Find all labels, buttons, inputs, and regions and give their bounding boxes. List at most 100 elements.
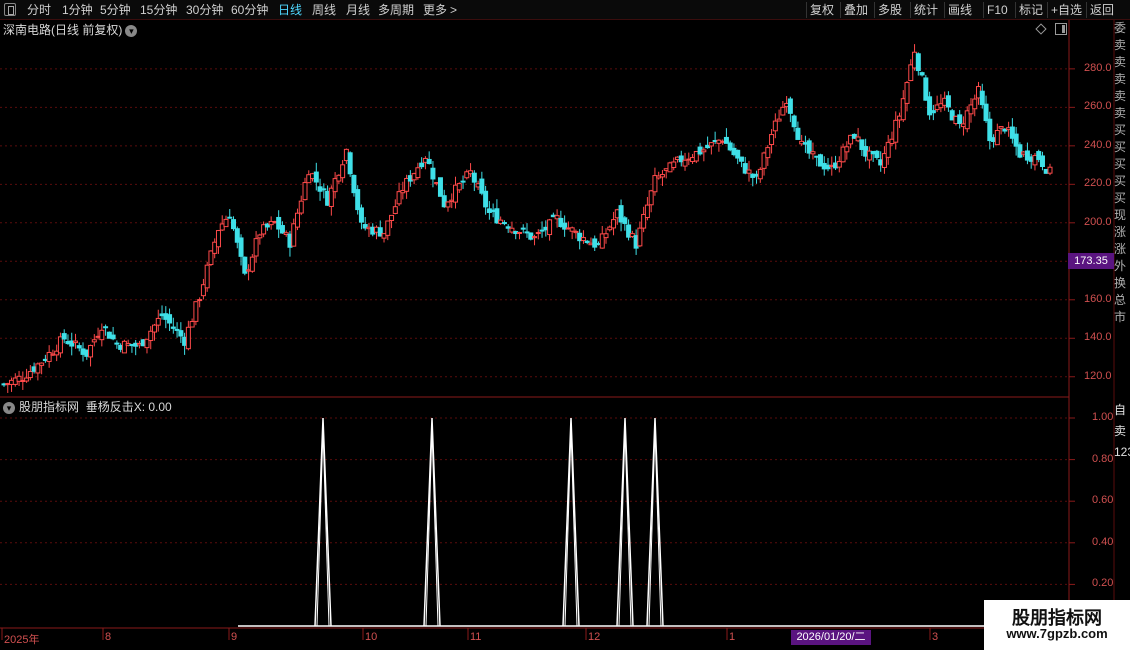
candle-up	[637, 227, 643, 247]
candle-down	[584, 240, 590, 244]
candle-down	[919, 72, 925, 76]
candle-up	[298, 200, 304, 214]
current-price-box: 173.35	[1068, 253, 1114, 269]
candle-up	[659, 174, 665, 178]
candle-down	[347, 152, 353, 175]
indicator-axis-label: 0.20	[1092, 577, 1114, 590]
quote-panel-lower: 自卖12345	[1114, 403, 1130, 459]
quote-panel-upper: 委卖卖卖卖卖买买买买买现涨涨外换总市	[1114, 21, 1127, 324]
candle-down	[279, 225, 285, 234]
candle-up	[396, 191, 402, 205]
candle-down	[167, 314, 173, 324]
candle-up	[701, 149, 707, 153]
candle-down	[738, 156, 744, 162]
candle-up	[39, 362, 45, 366]
candle-up	[1047, 166, 1053, 174]
candle-up	[844, 146, 850, 153]
indicator-spike	[314, 417, 332, 627]
candle-down	[1017, 144, 1023, 158]
candle-up	[392, 206, 398, 214]
candle-up	[121, 340, 127, 354]
candle-up	[603, 233, 609, 239]
date-axis-label: 1	[729, 631, 736, 643]
candle-up	[27, 371, 33, 379]
candle-up	[189, 321, 195, 328]
candle-up	[532, 236, 538, 239]
price-axis-label: 240.0	[1084, 138, 1112, 151]
candle-up	[385, 220, 391, 236]
price-axis-label: 120.0	[1084, 369, 1112, 382]
candle-down	[430, 167, 436, 180]
candle-up	[197, 299, 203, 302]
date-axis-label: 2025年	[4, 634, 40, 646]
candle-up	[810, 151, 816, 155]
candle-up	[253, 238, 259, 257]
candle-up	[223, 218, 229, 228]
candle-down	[1039, 155, 1045, 168]
candle-up	[648, 190, 654, 206]
candle-up	[580, 237, 586, 242]
date-axis-label: 12	[588, 631, 601, 643]
candle-up	[24, 377, 30, 382]
indicator-axis-label: 0.40	[1092, 535, 1114, 548]
candle-up	[294, 212, 300, 228]
candle-down	[321, 188, 327, 191]
candle-up	[204, 264, 210, 289]
candle-up	[155, 317, 161, 326]
candle-up	[152, 324, 158, 333]
candle-up	[535, 232, 541, 235]
candle-up	[445, 201, 451, 208]
chart-canvas[interactable]	[0, 0, 1130, 650]
candle-up	[193, 301, 199, 322]
candle-up	[972, 98, 978, 110]
candle-down	[622, 217, 628, 224]
candle-down	[483, 190, 489, 208]
price-axis-label: 220.0	[1084, 177, 1112, 190]
candle-up	[772, 120, 778, 132]
candle-up	[215, 230, 221, 248]
candle-up	[573, 230, 579, 234]
candle-down	[358, 207, 364, 223]
candle-down	[915, 53, 921, 72]
candle-up	[91, 339, 97, 343]
candle-up	[611, 219, 617, 229]
candle-down	[791, 115, 797, 128]
candle-down	[419, 162, 425, 168]
indicator-axis-label: 0.80	[1092, 452, 1114, 465]
indicator-title[interactable]: ▾ 股朋指标网 垂杨反击X: 0.00	[3, 399, 172, 415]
candle-up	[682, 159, 688, 167]
date-axis-label: 11	[470, 631, 482, 643]
indicator-spike	[646, 417, 664, 627]
candle-up	[456, 183, 462, 191]
crosshair-date: 2026/01/20/二	[791, 630, 871, 645]
indicator-spike	[616, 417, 634, 627]
candle-up	[644, 204, 650, 219]
candle-down	[426, 158, 432, 165]
candle-up	[340, 164, 346, 179]
candle-up	[389, 214, 395, 222]
candle-down	[501, 222, 507, 225]
indicator-axis-label: 1.00	[1092, 411, 1114, 423]
candle-down	[227, 216, 233, 219]
candle-down	[313, 171, 319, 183]
date-axis-label: 9	[231, 631, 238, 643]
candle-up	[757, 168, 763, 180]
candle-up	[994, 130, 1000, 146]
candle-down	[930, 110, 936, 114]
candle-up	[885, 141, 891, 158]
date-axis-label: 8	[105, 631, 112, 643]
candle-up	[776, 118, 782, 122]
candle-down	[231, 219, 237, 230]
chevron-down-icon[interactable]: ▾	[3, 401, 15, 414]
price-axis-label: 160.0	[1084, 292, 1112, 305]
candle-up	[746, 169, 752, 174]
candle-up	[72, 340, 78, 344]
candle-down	[945, 95, 951, 108]
price-axis-label: 200.0	[1084, 215, 1112, 228]
candle-down	[983, 103, 989, 122]
candle-down	[787, 98, 793, 114]
candle-up	[257, 234, 263, 239]
price-axis-label: 280.0	[1084, 61, 1112, 74]
candle-down	[957, 114, 963, 125]
candle-down	[170, 326, 176, 329]
